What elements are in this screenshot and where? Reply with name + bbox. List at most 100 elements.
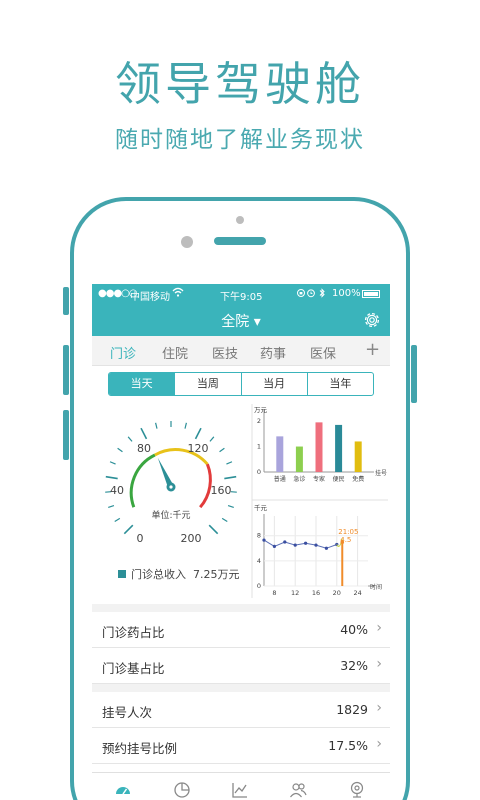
add-tab-button[interactable]: + — [365, 339, 380, 360]
gauge-arc-high — [199, 463, 212, 509]
gauge-tick-label: 80 — [137, 442, 151, 455]
period-month[interactable]: 当月 — [240, 373, 307, 395]
line-chart-icon[interactable] — [231, 781, 249, 799]
line-y-tick: 0 — [257, 582, 261, 590]
list-item[interactable]: 门诊药占比 40% › — [92, 612, 390, 648]
dashboard-icon[interactable] — [114, 781, 132, 799]
line-point — [293, 543, 297, 547]
period-year[interactable]: 当年 — [306, 373, 373, 395]
line-marker-time: 21:05 — [338, 528, 358, 536]
gauge-tick-label: 120 — [188, 442, 209, 455]
row-label: 门诊药占比 — [102, 625, 165, 640]
users-icon[interactable] — [289, 781, 307, 799]
gauge-tick-label: 200 — [181, 532, 202, 545]
bar — [295, 446, 303, 472]
line-x-tick: 20 — [333, 589, 341, 597]
gauge-tick — [117, 447, 123, 453]
bluetooth-icon — [319, 288, 325, 298]
row-value: 17.5% — [328, 738, 368, 753]
promo-subtitle: 随时随地了解业务现状 — [115, 127, 365, 153]
phone-power-button — [411, 345, 417, 403]
chevron-right-icon: › — [376, 620, 382, 636]
app-screen: ●●●○○ 中国移动 下午9:05 100% 全院 ▾ 门诊 住院 医技 药事 … — [92, 284, 390, 800]
module-tabs: 门诊 住院 医技 药事 医保 + — [92, 336, 390, 366]
gauge-tick-label: 40 — [110, 484, 124, 497]
line-x-label: 时间 — [370, 583, 382, 591]
status-bar: ●●●○○ 中国移动 下午9:05 100% — [92, 284, 390, 304]
bar-category-label: 专家 — [313, 475, 325, 483]
period-day[interactable]: 当天 — [109, 373, 175, 395]
gauge-tick — [219, 447, 225, 453]
promo-title: 领导驾驶舱 — [115, 57, 365, 111]
tab-insurance[interactable]: 医保 — [310, 343, 336, 362]
bar-category-label: 急诊 — [293, 475, 305, 483]
gear-icon[interactable] — [362, 310, 382, 330]
hospital-selector[interactable]: 全院 ▾ — [92, 311, 390, 331]
line-point — [314, 543, 318, 547]
chevron-right-icon: › — [376, 736, 382, 752]
carrier-name: 中国移动 — [130, 292, 170, 303]
gauge-tick — [208, 524, 219, 535]
charts-svg: 万元挂号012普通 急诊 专家 便民 免费 千元时间8 12 16 20 24048 21:054… — [251, 404, 388, 598]
bar-y-label: 万元 — [254, 406, 268, 414]
nav-bar: 全院 ▾ — [92, 304, 390, 336]
bar-x-label: 挂号 — [375, 469, 387, 477]
revenue-gauge: 0 40 80 120 160 200 单位:千元 — [92, 402, 252, 592]
gauge-tick-label: 0 — [137, 532, 144, 545]
bar — [276, 436, 284, 472]
gauge-tick — [105, 475, 118, 480]
row-label: 门诊基占比 — [102, 661, 165, 676]
row-label: 挂号人次 — [102, 705, 153, 720]
tab-outpatient[interactable]: 门诊 — [110, 343, 136, 362]
line-x-tick: 8 — [272, 589, 276, 597]
gauge-unit-label: 单位:千元 — [151, 509, 190, 521]
phone-speaker — [214, 237, 266, 245]
section-separator — [92, 684, 390, 692]
list-item[interactable]: 挂号人次 1829 › — [92, 692, 390, 728]
gauge-tick — [109, 461, 116, 465]
list-item[interactable]: 预约挂号比例 17.5% › — [92, 728, 390, 764]
bar-category-label: 便民 — [333, 475, 345, 483]
gauge-needle-cap — [169, 485, 173, 489]
pie-chart-icon[interactable] — [173, 781, 191, 799]
bar-chart: 万元挂号 0 1 2 普通 急诊 专家 便民 免费 — [254, 406, 387, 483]
period-week[interactable]: 当周 — [174, 373, 240, 395]
gauge-tick — [155, 422, 158, 429]
tab-pharmacy[interactable]: 药事 — [260, 343, 286, 362]
section-separator — [92, 604, 390, 612]
line-marker-value: 4.5 — [340, 536, 351, 544]
legend-swatch — [118, 570, 126, 578]
charts-panel: 万元 挂号 0 1 2 普通 急诊 专家 便民 免费 千元 时间 8 12 16 20 24 0 4 8 21:05 4… — [250, 402, 390, 602]
legend-label: 门诊总收入 — [131, 568, 186, 581]
gauge-tick — [127, 436, 133, 442]
bar-y-tick: 1 — [257, 443, 261, 451]
gauge-tick — [226, 461, 233, 465]
bottom-tab-bar — [92, 772, 390, 800]
bar — [315, 422, 323, 472]
legend-value: 7.25万元 — [193, 568, 240, 581]
list-item[interactable]: 门诊基占比 32% › — [92, 648, 390, 684]
line-point — [262, 538, 266, 542]
line-y-tick: 4 — [257, 557, 261, 565]
gauge-tick — [209, 436, 215, 442]
line-y-tick: 8 — [257, 532, 261, 540]
bar — [335, 424, 343, 472]
gauge-legend: 门诊总收入 7.25万元 — [118, 566, 240, 582]
webcam-icon[interactable] — [348, 781, 366, 799]
battery-icon — [362, 290, 380, 298]
tab-medical-tech[interactable]: 医技 — [212, 343, 238, 362]
gauge-tick — [224, 475, 237, 480]
phone-mute-switch — [63, 287, 69, 315]
phone-sensor — [236, 216, 244, 224]
gauge-arc-low — [129, 453, 156, 508]
gauge-tick — [227, 504, 234, 508]
line-x-tick: 16 — [312, 589, 320, 597]
bar-category-label: 普通 — [274, 475, 286, 483]
tab-inpatient[interactable]: 住院 — [162, 343, 188, 362]
bar — [354, 441, 362, 472]
bar-y-tick: 0 — [257, 468, 261, 476]
bar-category-label: 免费 — [352, 475, 364, 483]
phone-volume-up — [63, 345, 69, 395]
bar-y-tick: 2 — [257, 417, 261, 425]
gauge-tick — [221, 517, 228, 522]
